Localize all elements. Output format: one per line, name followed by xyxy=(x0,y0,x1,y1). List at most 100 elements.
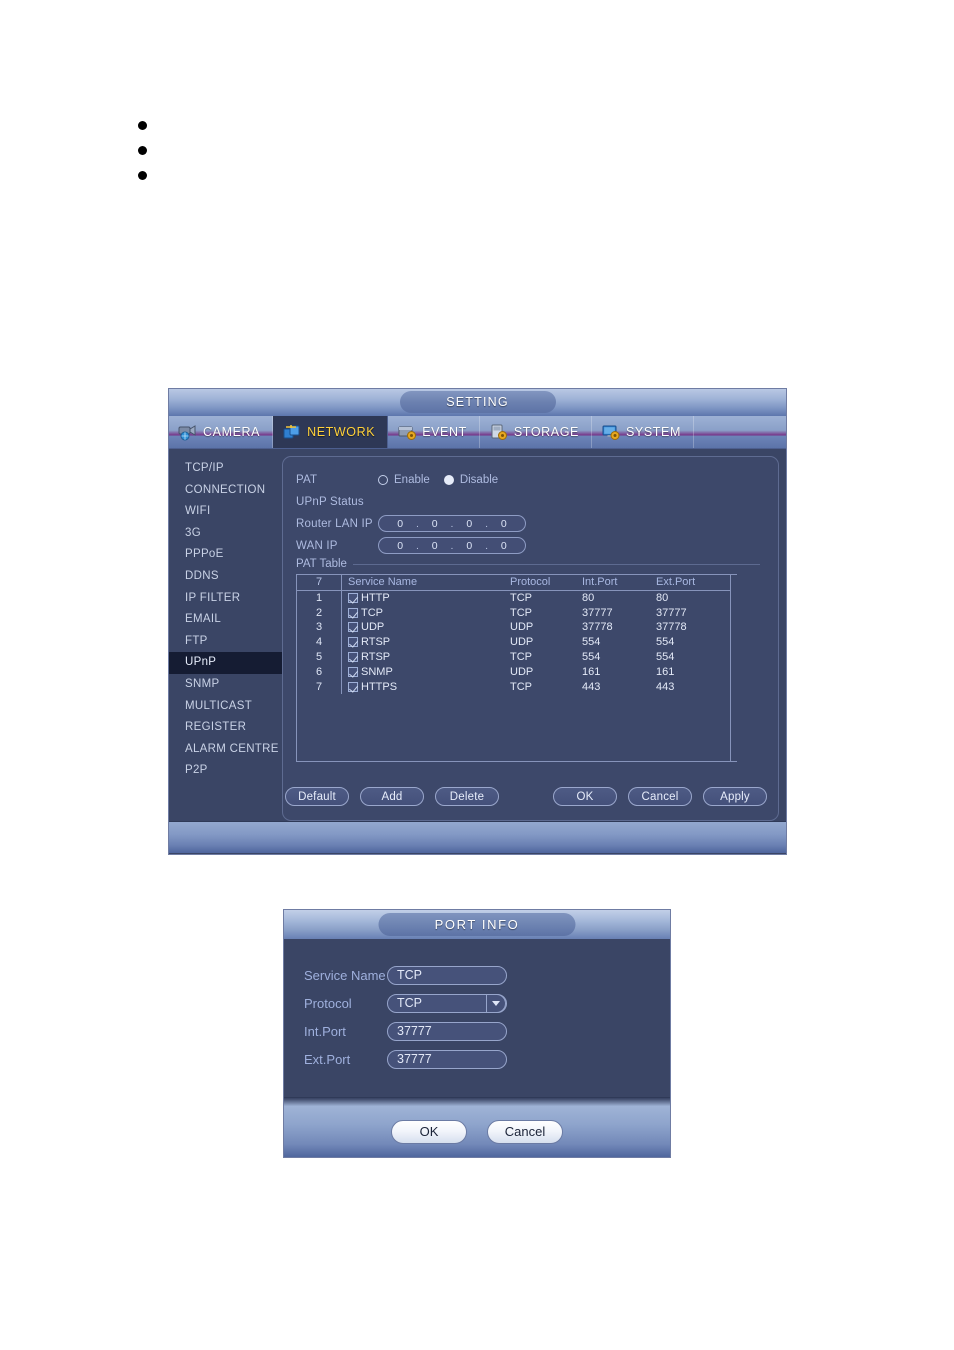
sidebar-item-snmp[interactable]: SNMP xyxy=(169,674,282,696)
header-protocol: Protocol xyxy=(510,576,551,589)
ip-octet-1: 0 xyxy=(397,517,404,530)
add-button[interactable]: Add xyxy=(360,787,424,806)
wan-ip-input[interactable]: 0. 0. 0. 0 xyxy=(378,537,526,554)
bullet-icon xyxy=(138,146,147,155)
sidebar-item-label: ALARM CENTRE xyxy=(185,742,279,755)
ip-octet-3: 0 xyxy=(466,539,473,552)
row-checkbox[interactable] xyxy=(348,666,358,677)
tab-event[interactable]: EVENT xyxy=(388,416,480,448)
sidebar-item-ip-filter[interactable]: IP FILTER xyxy=(169,588,282,610)
pat-radio-group: Enable Disable xyxy=(378,474,506,486)
row-ext-port: 161 xyxy=(656,665,675,678)
tab-network[interactable]: NETWORK xyxy=(273,416,389,448)
row-protocol: UDP xyxy=(510,621,534,634)
row-protocol: TCP xyxy=(510,591,532,604)
row-protocol: UDP xyxy=(510,665,534,678)
port-info-dialog: PORT INFO Service Name TCP Protocol TCP … xyxy=(283,909,671,1158)
table-row[interactable]: 6 SNMP UDP 161 161 xyxy=(297,664,730,680)
sidebar-item-p2p[interactable]: P2P xyxy=(169,760,282,782)
row-checkbox[interactable] xyxy=(348,607,358,618)
delete-button[interactable]: Delete xyxy=(435,787,499,806)
divider xyxy=(352,563,760,565)
ip-octet-4: 0 xyxy=(500,517,507,530)
header-count: 7 xyxy=(315,576,323,589)
dialog-cancel-button[interactable]: Cancel xyxy=(487,1119,563,1144)
table-row[interactable]: 2 TCP TCP 37777 37777 xyxy=(297,605,730,621)
row-service-name: HTTPS xyxy=(361,680,398,693)
sidebar-item-label: EMAIL xyxy=(185,613,222,626)
list-item xyxy=(138,163,161,188)
sidebar-item-upnp[interactable]: UPnP xyxy=(169,652,282,674)
sidebar-item-3g[interactable]: 3G xyxy=(169,523,282,545)
ip-octet-2: 0 xyxy=(431,517,438,530)
header-ext-port: Ext.Port xyxy=(656,576,696,589)
tab-storage-label: STORAGE xyxy=(513,425,579,439)
tab-system-label: SYSTEM xyxy=(625,425,681,439)
tab-event-label: EVENT xyxy=(422,425,467,439)
tab-system[interactable]: SYSTEM xyxy=(592,416,694,448)
table-row[interactable]: 1 HTTP TCP 80 80 xyxy=(297,590,730,606)
table-scrollbar[interactable] xyxy=(730,575,743,761)
pat-enable-radio[interactable] xyxy=(378,474,388,485)
protocol-value: TCP xyxy=(397,996,422,1010)
table-header-row: 7 Service Name Protocol Int.Port Ext.Por… xyxy=(297,575,730,591)
tab-storage[interactable]: STORAGE xyxy=(480,416,592,448)
row-index: 2 xyxy=(315,606,323,619)
page-root: SETTING CAMERA NETWORK EVENT STORAGE SYS… xyxy=(0,0,954,1350)
row-protocol: TCP xyxy=(510,651,532,664)
upnp-status-label: UPnP Status xyxy=(296,495,364,508)
row-checkbox[interactable] xyxy=(348,622,358,633)
chevron-down-icon[interactable] xyxy=(486,993,506,1013)
system-icon xyxy=(601,423,621,441)
sidebar-item-pppoe[interactable]: PPPoE xyxy=(169,544,282,566)
router-lan-ip-label: Router LAN IP xyxy=(296,517,373,530)
service-name-field[interactable]: TCP xyxy=(387,965,507,985)
ok-button[interactable]: OK xyxy=(553,787,617,806)
sidebar-item-connection[interactable]: CONNECTION xyxy=(169,480,282,502)
row-checkbox[interactable] xyxy=(348,592,358,603)
sidebar-item-label: PPPoE xyxy=(185,548,224,561)
default-button[interactable]: Default xyxy=(285,787,349,806)
router-lan-ip-input[interactable]: 0. 0. 0. 0 xyxy=(378,515,526,532)
protocol-select[interactable]: TCP xyxy=(387,993,507,1013)
tab-camera-label: CAMERA xyxy=(203,425,261,439)
table-row[interactable]: 7 HTTPS TCP 443 443 xyxy=(297,679,730,695)
table-row[interactable]: 5 RTSP TCP 554 554 xyxy=(297,649,730,665)
sidebar-item-ftp[interactable]: FTP xyxy=(169,631,282,653)
cancel-button[interactable]: Cancel xyxy=(628,787,692,806)
sidebar-item-tcpip[interactable]: TCP/IP xyxy=(169,458,282,480)
sidebar-item-wifi[interactable]: WIFI xyxy=(169,501,282,523)
sidebar-item-alarm-centre[interactable]: ALARM CENTRE xyxy=(169,739,282,761)
ip-octet-3: 0 xyxy=(466,517,473,530)
sidebar-item-multicast[interactable]: MULTICAST xyxy=(169,696,282,718)
row-protocol: TCP xyxy=(510,606,532,619)
row-checkbox[interactable] xyxy=(348,681,358,692)
sidebar-item-register[interactable]: REGISTER xyxy=(169,717,282,739)
ip-octet-2: 0 xyxy=(431,539,438,552)
dialog-ext-port-row: Ext.Port 37777 xyxy=(304,1045,670,1073)
pat-disable-radio[interactable] xyxy=(443,474,454,485)
apply-button[interactable]: Apply xyxy=(703,787,767,806)
table-row[interactable]: 3 UDP UDP 37778 37778 xyxy=(297,620,730,635)
sidebar-item-ddns[interactable]: DDNS xyxy=(169,566,282,588)
row-index: 4 xyxy=(315,636,323,649)
row-service-name-cell: SNMP xyxy=(342,666,510,678)
row-checkbox[interactable] xyxy=(348,637,358,648)
ext-port-field[interactable]: 37777 xyxy=(387,1049,507,1069)
row-index: 5 xyxy=(315,651,323,664)
row-ext-port: 554 xyxy=(656,651,675,664)
tab-camera[interactable]: CAMERA xyxy=(169,416,274,448)
row-checkbox[interactable] xyxy=(348,652,358,663)
sidebar-item-label: DDNS xyxy=(185,569,219,582)
page-title: SETTING xyxy=(399,391,556,413)
sidebar-item-email[interactable]: EMAIL xyxy=(169,609,282,631)
table-row[interactable]: 4 RTSP UDP 554 554 xyxy=(297,634,730,650)
row-protocol: TCP xyxy=(510,680,532,693)
sidebar-item-label: CONNECTION xyxy=(185,483,266,496)
row-service-name-cell: HTTPS xyxy=(342,681,510,693)
dialog-int-port-row: Int.Port 37777 xyxy=(304,1017,670,1045)
int-port-field[interactable]: 37777 xyxy=(387,1021,507,1041)
dialog-ok-button[interactable]: OK xyxy=(391,1119,467,1144)
sidebar-item-label: P2P xyxy=(185,764,208,777)
wan-ip-row: WAN IP 0. 0. 0. 0 xyxy=(296,535,778,556)
